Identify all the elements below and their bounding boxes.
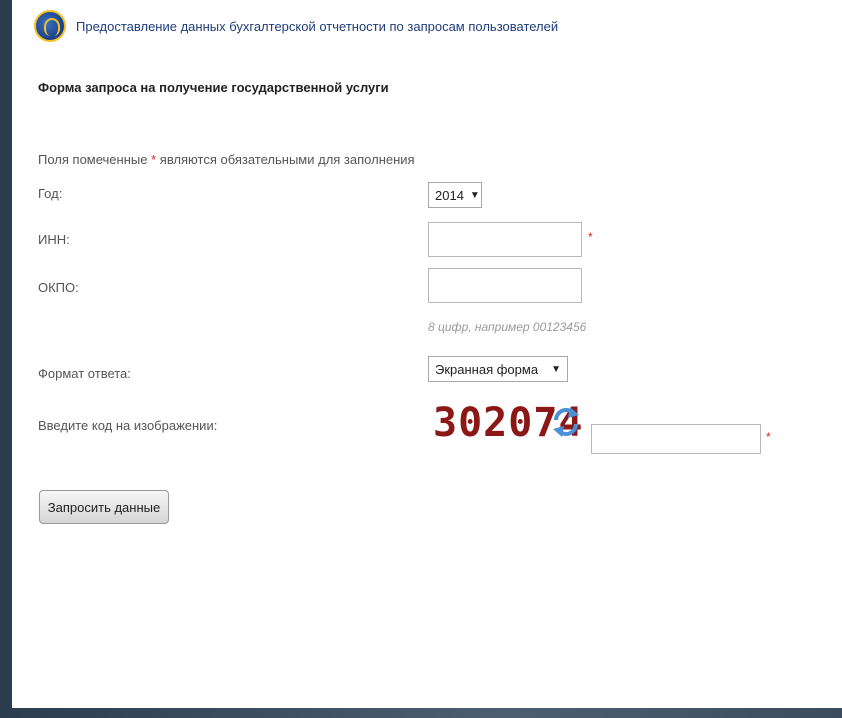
year-label: Год: xyxy=(38,186,63,201)
headset-logo-icon xyxy=(34,10,66,42)
form-page: Предоставление данных бухгалтерской отче… xyxy=(12,0,842,708)
inn-label: ИНН: xyxy=(38,232,70,247)
inn-required-asterisk: * xyxy=(588,230,593,244)
request-data-button[interactable]: Запросить данные xyxy=(39,490,169,524)
service-title[interactable]: Предоставление данных бухгалтерской отче… xyxy=(76,19,558,34)
form-title: Форма запроса на получение государственн… xyxy=(38,80,389,95)
required-asterisk: * xyxy=(151,152,157,167)
okpo-input[interactable] xyxy=(428,268,582,303)
dropdown-arrow-icon: ▼ xyxy=(551,363,561,375)
captcha-required-asterisk: * xyxy=(766,430,771,444)
format-select[interactable]: Экранная форма ▼ xyxy=(428,356,568,382)
inn-input[interactable] xyxy=(428,222,582,257)
refresh-icon[interactable] xyxy=(552,404,580,440)
required-fields-note: Поля помеченные * являются обязательными… xyxy=(38,152,415,167)
captcha-label: Введите код на изображении: xyxy=(38,418,218,433)
required-note-text-end: являются обязательными для заполнения xyxy=(159,152,415,167)
page-header: Предоставление данных бухгалтерской отче… xyxy=(34,8,558,44)
year-select-value: 2014 xyxy=(435,187,464,203)
required-note-text: Поля помеченные xyxy=(38,152,148,167)
captcha-input[interactable] xyxy=(591,424,761,454)
format-label: Формат ответа: xyxy=(38,366,131,381)
okpo-label: ОКПО: xyxy=(38,280,79,295)
okpo-hint: 8 цифр, например 00123456 xyxy=(428,320,587,334)
format-select-value: Экранная форма xyxy=(435,361,539,377)
dropdown-arrow-icon: ▼ xyxy=(469,189,480,201)
year-select[interactable]: 2014 ▼ xyxy=(428,182,482,208)
